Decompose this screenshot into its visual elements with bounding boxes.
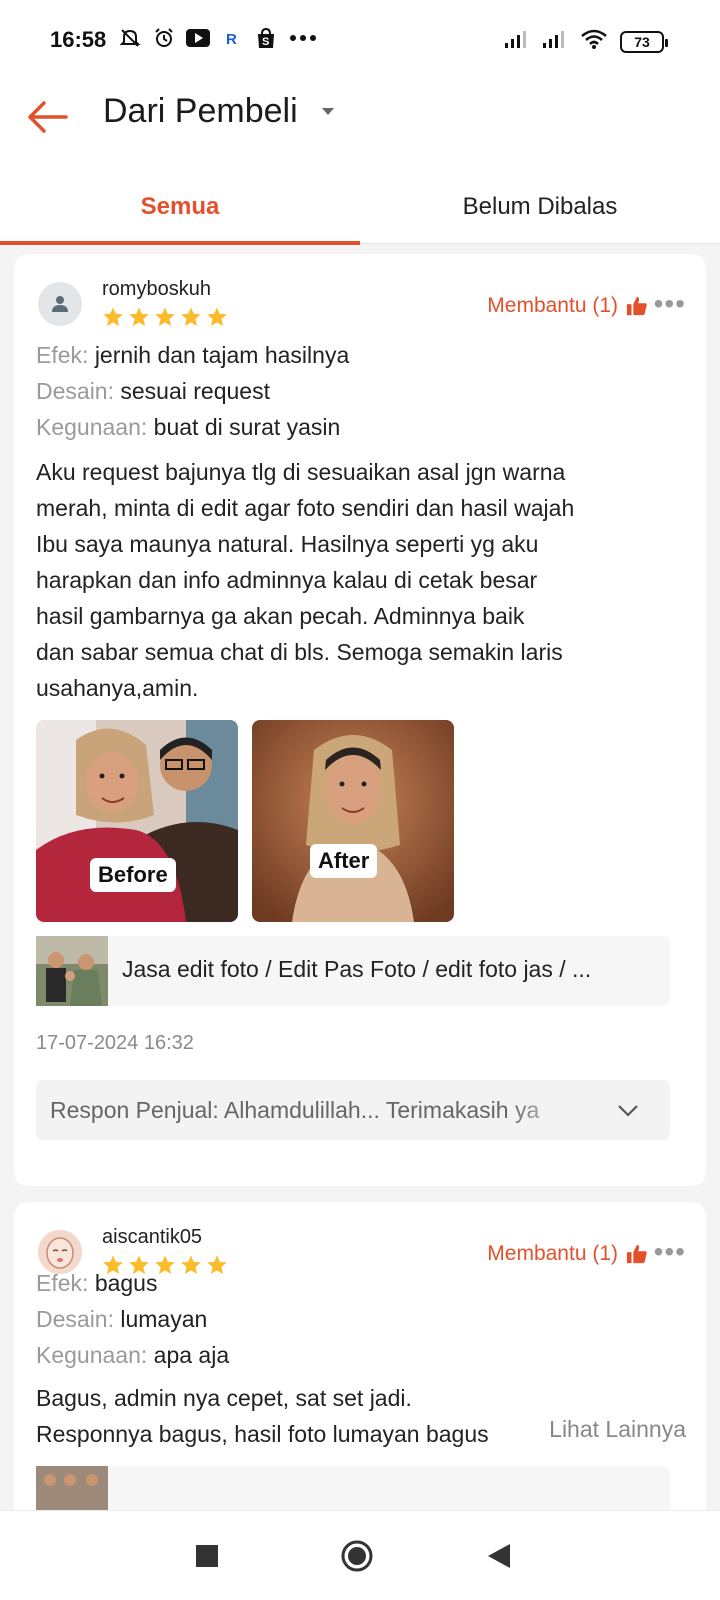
thumbs-up-icon	[626, 1244, 647, 1264]
see-more-link[interactable]: Lihat Lainnya	[521, 1416, 686, 1443]
helpful-button[interactable]: Membantu (1)	[487, 294, 648, 318]
attribute-kegunaan: Kegunaan: buat di surat yasin	[36, 414, 341, 440]
product-link[interactable]: Jasa edit foto / Edit Pas Foto / edit fo…	[36, 936, 670, 1006]
star-icon	[155, 307, 175, 326]
star-icon	[129, 307, 149, 326]
header: Dari Pembeli	[0, 80, 720, 170]
helpful-label: Membantu (1)	[487, 1242, 618, 1265]
more-options-icon[interactable]: •••	[654, 1238, 686, 1266]
r-app-icon: R	[220, 26, 244, 50]
product-thumbnail	[36, 936, 108, 1006]
system-icons: 73	[504, 28, 668, 55]
thumbs-up-icon	[626, 296, 647, 316]
circle-icon	[341, 1540, 373, 1572]
review-photo-after[interactable]: After	[252, 720, 454, 922]
seller-response[interactable]: Respon Penjual: Alhamdulillah... Terimak…	[36, 1080, 670, 1140]
caret-down-icon[interactable]	[322, 108, 334, 115]
username: aiscantik05	[102, 1226, 203, 1248]
youtube-icon	[186, 26, 210, 50]
seller-response-text: Respon Penjual: Alhamdulillah... Terimak…	[50, 1097, 540, 1123]
review-photo-before[interactable]: Before	[36, 720, 238, 922]
photo-label: Before	[90, 858, 176, 892]
star-icon	[207, 307, 227, 326]
svg-text:S: S	[262, 36, 269, 48]
tab-bar: Semua Belum Dibalas	[0, 170, 720, 245]
helpful-label: Membantu (1)	[487, 294, 618, 317]
helpful-button[interactable]: Membantu (1)	[487, 1242, 648, 1266]
review-card: aiscantik05 Membantu (1) ••• Efek: bagus…	[14, 1202, 706, 1522]
attribute-kegunaan: Kegunaan: apa aja	[36, 1342, 230, 1368]
product-name: Jasa edit foto / Edit Pas Foto / edit fo…	[122, 956, 592, 982]
shopee-icon: S	[254, 26, 278, 50]
tab-semua[interactable]: Semua	[0, 170, 360, 245]
status-time: 16:58	[50, 27, 107, 52]
page-title[interactable]: Dari Pembeli	[103, 92, 298, 131]
more-options-icon[interactable]: •••	[654, 290, 686, 318]
back-nav-button[interactable]	[476, 1533, 522, 1579]
wifi-icon	[580, 28, 608, 55]
recent-apps-button[interactable]	[184, 1533, 230, 1579]
back-button[interactable]	[22, 92, 72, 142]
attribute-desain: Desain: sesuai request	[36, 378, 270, 404]
review-date: 17-07-2024 16:32	[36, 1032, 194, 1054]
photo-image	[252, 720, 454, 922]
tab-belum-dibalas[interactable]: Belum Dibalas	[360, 170, 720, 244]
svg-text:R: R	[226, 31, 237, 48]
signal-icon	[504, 29, 530, 54]
status-bar: 16:58 R S 73	[0, 0, 720, 80]
review-card: romyboskuh Membantu (1) ••• Efek: jernih…	[14, 254, 706, 1186]
attribute-efek: Efek: jernih dan tajam hasilnya	[36, 342, 350, 368]
star-icon	[181, 307, 201, 326]
star-icon	[103, 307, 123, 326]
more-dots-icon	[288, 26, 318, 50]
attribute-desain: Desain: lumayan	[36, 1306, 208, 1332]
photo-label: After	[310, 844, 378, 878]
avatar[interactable]	[38, 282, 82, 326]
notification-icons: R S	[118, 26, 318, 50]
rating-stars	[102, 306, 228, 328]
signal-icon	[542, 29, 568, 54]
review-text: Aku request bajunya tlg di sesuaikan asa…	[36, 459, 575, 701]
avatar-image	[38, 1230, 82, 1274]
muted-bell-icon	[118, 26, 142, 50]
username: romyboskuh	[102, 278, 211, 300]
avatar[interactable]	[38, 1230, 82, 1274]
square-icon	[196, 1545, 218, 1567]
attribute-efek: Efek: bagus	[36, 1270, 158, 1296]
home-button[interactable]	[334, 1533, 380, 1579]
star-icon	[181, 1255, 201, 1274]
chevron-down-icon	[618, 1105, 638, 1117]
triangle-back-icon	[488, 1544, 510, 1568]
battery-icon: 73	[620, 30, 668, 53]
arrow-left-icon	[28, 101, 68, 133]
system-navigation-bar	[0, 1510, 720, 1600]
alarm-icon	[152, 26, 176, 50]
user-icon	[52, 296, 68, 312]
star-icon	[207, 1255, 227, 1274]
